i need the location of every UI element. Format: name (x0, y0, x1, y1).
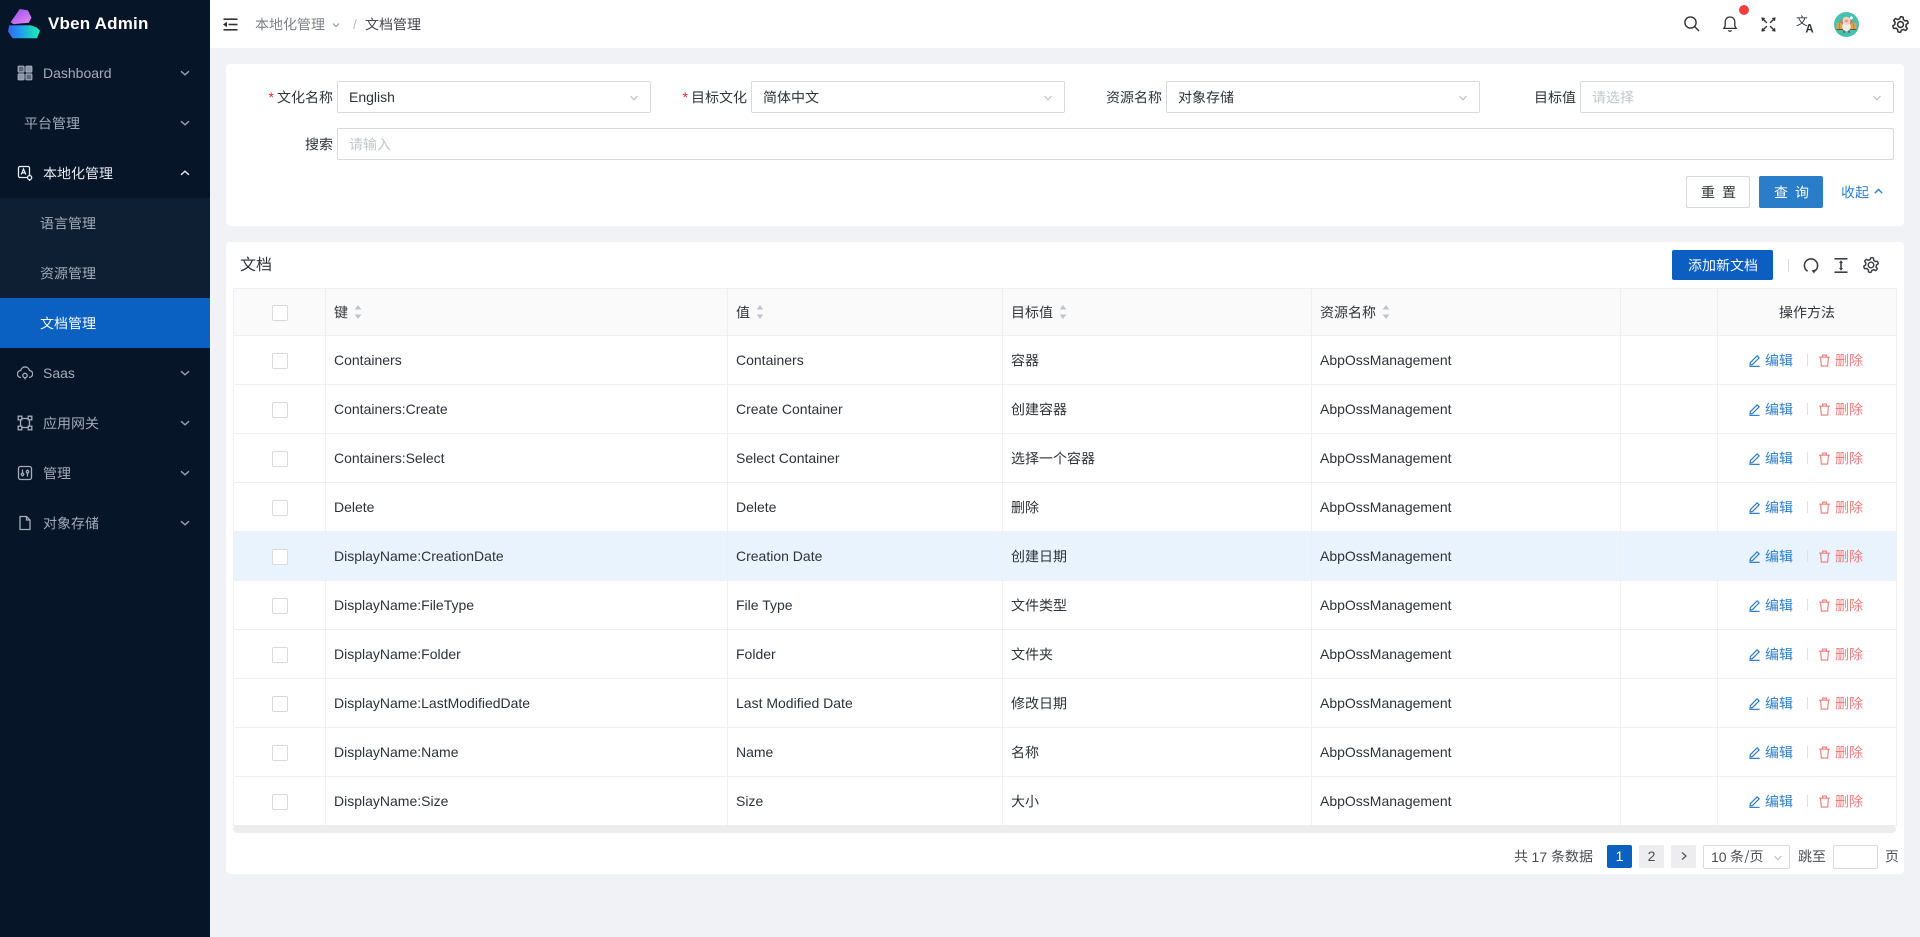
svg-text:A: A (1805, 23, 1813, 33)
